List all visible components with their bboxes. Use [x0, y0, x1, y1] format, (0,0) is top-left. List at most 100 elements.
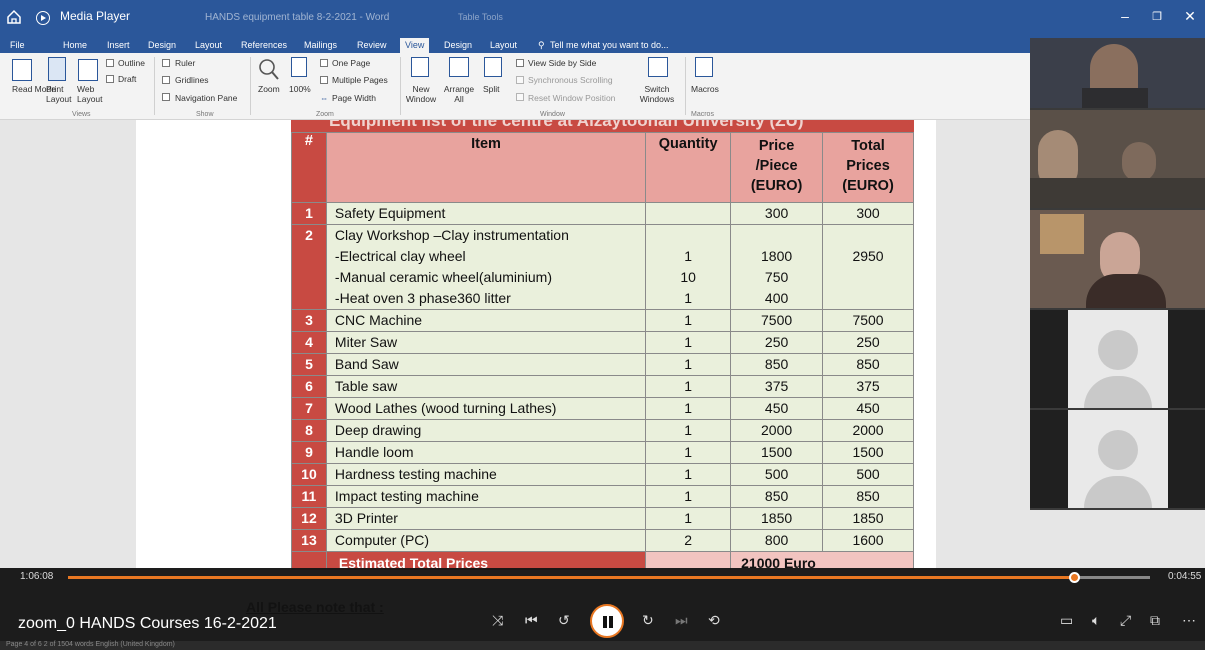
shuffle-icon[interactable]: ⤨ — [492, 612, 503, 629]
participant-tile[interactable] — [1030, 410, 1205, 508]
tab-view[interactable]: View — [400, 38, 430, 53]
more-options-icon[interactable]: ⋯ — [1182, 612, 1196, 629]
seek-bar-remaining[interactable] — [1074, 576, 1150, 579]
print-layout-button[interactable]: Print Layout — [46, 84, 72, 104]
outline-button[interactable]: Outline — [118, 58, 145, 68]
divider — [154, 57, 155, 115]
volume-icon[interactable]: 🔈︎ — [1092, 612, 1100, 629]
web-layout-icon[interactable] — [78, 59, 98, 81]
arrange-all-icon[interactable] — [449, 57, 469, 77]
split-icon[interactable] — [484, 57, 502, 77]
zoom-100-button[interactable]: 100% — [289, 84, 311, 94]
context-title: Table Tools — [458, 12, 503, 22]
tab-file[interactable]: File — [10, 38, 25, 53]
zoom-100-icon[interactable] — [291, 57, 307, 77]
switch-windows-button[interactable]: Switch Windows — [637, 84, 677, 104]
total-line: 500 — [856, 466, 880, 482]
switch-windows-icon[interactable] — [648, 57, 668, 77]
tab-design[interactable]: Design — [148, 38, 176, 53]
draft-button[interactable]: Draft — [118, 74, 136, 84]
navigation-pane-checkbox[interactable] — [162, 93, 170, 101]
multiple-pages-icon[interactable] — [320, 76, 328, 84]
draft-icon[interactable] — [106, 75, 114, 83]
total-line: 2950 — [852, 248, 884, 264]
forward-30-icon[interactable]: ↻ — [642, 612, 654, 629]
num-cell: 10 — [291, 463, 327, 486]
side-by-side-button[interactable]: View Side by Side — [528, 58, 596, 68]
table-row: 12 3D Printer 1 1850 1850 — [291, 507, 914, 530]
read-mode-icon[interactable] — [12, 59, 32, 81]
participant-tile[interactable] — [1030, 210, 1205, 308]
web-layout-button[interactable]: Web Layout — [77, 84, 103, 104]
tab-mailings[interactable]: Mailings — [304, 38, 337, 53]
restore-icon[interactable]: ❐ — [1147, 10, 1167, 23]
repeat-off-icon[interactable]: ⟲ — [708, 612, 720, 629]
tab-review[interactable]: Review — [357, 38, 387, 53]
price-cell: 300 — [730, 202, 824, 225]
zoom-icon[interactable] — [258, 58, 280, 82]
document-page: Equipment list of the centre at Alzaytoo… — [136, 120, 936, 570]
ruler-checkbox[interactable] — [162, 59, 170, 67]
total-line — [831, 267, 905, 288]
tab-table-design[interactable]: Design — [444, 38, 472, 53]
sync-scroll-button[interactable]: Synchronous Scrolling — [528, 75, 613, 85]
outline-icon[interactable] — [106, 59, 114, 67]
total-line: 850 — [856, 488, 880, 504]
close-icon[interactable]: ✕ — [1180, 8, 1200, 25]
word-status-bar: Page 4 of 6 2 of 1504 words English (Uni… — [0, 641, 1205, 650]
reset-position-icon[interactable] — [516, 93, 524, 101]
next-icon[interactable]: ⏭ — [675, 612, 688, 629]
multiple-pages-button[interactable]: Multiple Pages — [332, 75, 388, 85]
table-title: Equipment list of the centre at Alzaytoo… — [329, 120, 804, 130]
new-window-button[interactable]: New Window — [405, 84, 437, 104]
macros-icon[interactable] — [695, 57, 713, 77]
header-total-line: Total — [851, 138, 885, 154]
num-cell: 1 — [291, 202, 327, 225]
seek-bar-progress[interactable] — [68, 576, 1074, 579]
gridlines-checkbox[interactable] — [162, 76, 170, 84]
item-line: Hardness testing machine — [334, 466, 497, 482]
split-button[interactable]: Split — [483, 84, 500, 94]
participant-tile[interactable] — [1030, 110, 1205, 208]
sync-scroll-icon[interactable] — [516, 76, 524, 84]
participant-tile[interactable] — [1030, 38, 1205, 108]
home-icon[interactable] — [6, 9, 22, 25]
one-page-button[interactable]: One Page — [332, 58, 370, 68]
minimize-icon[interactable]: – — [1115, 8, 1135, 24]
print-layout-icon[interactable] — [48, 57, 66, 81]
mini-player-icon[interactable]: ⧉ — [1150, 612, 1160, 629]
previous-icon[interactable]: ⏮ — [525, 612, 538, 629]
macros-button[interactable]: Macros — [691, 84, 719, 94]
side-by-side-icon[interactable] — [516, 59, 524, 67]
header-price-line: Price — [758, 138, 795, 154]
new-window-icon[interactable] — [411, 57, 429, 77]
qty-line: 1 — [684, 488, 693, 504]
total-line: 450 — [856, 400, 880, 416]
tab-table-layout[interactable]: Layout — [490, 38, 517, 53]
seek-handle[interactable] — [1069, 572, 1080, 583]
tab-layout[interactable]: Layout — [195, 38, 222, 53]
equipment-table-wrapper: Equipment list of the centre at Alzaytoo… — [291, 120, 914, 570]
fullscreen-icon[interactable]: ⤢ — [1120, 612, 1131, 629]
table-row: 3 CNC Machine 1 7500 7500 — [291, 309, 914, 332]
rewind-10-icon[interactable]: ↺ — [558, 612, 570, 629]
divider — [400, 57, 401, 115]
avatar-body-icon — [1084, 476, 1152, 508]
tab-home[interactable]: Home — [63, 38, 87, 53]
avatar-body-icon — [1084, 376, 1152, 408]
zoom-button[interactable]: Zoom — [258, 84, 280, 94]
pause-button[interactable] — [590, 604, 624, 638]
tell-me-icon[interactable]: ⚲ — [538, 38, 545, 53]
tell-me-search[interactable]: Tell me what you want to do... — [550, 38, 669, 53]
reset-position-button[interactable]: Reset Window Position — [528, 93, 615, 103]
arrange-all-button[interactable]: Arrange All — [441, 84, 477, 104]
one-page-icon[interactable] — [320, 59, 328, 67]
captions-icon[interactable]: ▭ — [1060, 612, 1073, 629]
page-width-icon[interactable]: ⇔ — [320, 93, 329, 103]
page-width-button[interactable]: Page Width — [332, 93, 376, 103]
item-line: Clay Workshop –Clay instrumentation — [334, 227, 569, 243]
participant-tile[interactable] — [1030, 310, 1205, 408]
tab-insert[interactable]: Insert — [107, 38, 130, 53]
table-row: 13 Computer (PC) 2 800 1600 — [291, 529, 914, 552]
tab-references[interactable]: References — [241, 38, 287, 53]
